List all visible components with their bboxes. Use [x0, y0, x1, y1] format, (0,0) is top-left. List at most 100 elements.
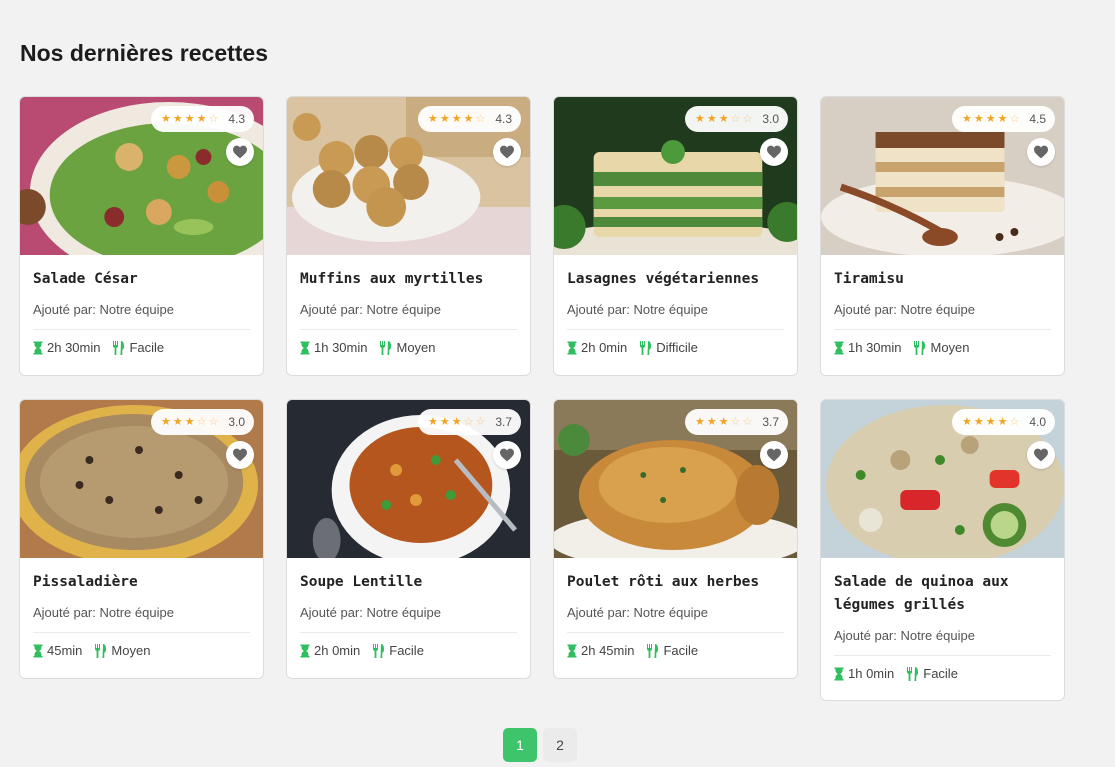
star-filled-icon: ★ — [985, 112, 996, 125]
rating-value: 4.3 — [228, 112, 245, 126]
rating-badge: ★ ★ ★ ★ ☆ 4.5 — [951, 106, 1055, 132]
star-empty-icon: ☆ — [463, 415, 474, 428]
favorite-heart-button[interactable] — [226, 138, 254, 166]
star-rating: ★ ★ ★ ★ ☆ — [161, 112, 219, 125]
star-rating: ★ ★ ★ ☆ ☆ — [160, 415, 218, 428]
duration-value: 1h 0min — [848, 666, 895, 681]
duration: 2h 0min — [567, 340, 627, 355]
recipe-title[interactable]: Muffins aux myrtilles — [300, 268, 517, 291]
author-name: Notre équipe — [900, 302, 975, 317]
star-filled-icon: ★ — [985, 415, 996, 428]
recipe-card[interactable]: ★ ★ ★ ☆ ☆ 3.7 Poulet rôti aux herbes Ajouté … — [553, 399, 798, 679]
star-rating: ★ ★ ★ ★ ☆ — [961, 415, 1019, 428]
star-filled-icon: ★ — [718, 112, 729, 125]
utensils-icon — [914, 340, 926, 355]
star-empty-icon: ☆ — [730, 415, 741, 428]
duration: 45min — [33, 643, 82, 658]
rating-badge: ★ ★ ★ ☆ ☆ 3.7 — [417, 409, 521, 435]
recipe-title[interactable]: Poulet rôti aux herbes — [567, 571, 784, 594]
recipe-author: Ajouté par: Notre équipe — [834, 302, 1051, 330]
utensils-icon — [113, 340, 125, 355]
recipe-card[interactable]: ★ ★ ★ ★ ☆ 4.3 Muffins aux myrtilles Ajouté p… — [286, 96, 531, 376]
favorite-heart-button[interactable] — [226, 441, 254, 469]
star-filled-icon: ★ — [160, 415, 171, 428]
recipe-title[interactable]: Tiramisu — [834, 268, 1051, 291]
recipe-card[interactable]: ★ ★ ★ ★ ☆ 4.3 Salade César Ajouté par: Notre… — [19, 96, 264, 376]
star-rating: ★ ★ ★ ★ ☆ — [962, 112, 1020, 125]
recipe-grid: ★ ★ ★ ★ ☆ 4.3 Salade César Ajouté par: Notre… — [19, 96, 1065, 701]
rating-badge: ★ ★ ★ ☆ ☆ 3.0 — [150, 409, 254, 435]
section-title: Nos dernières recettes — [20, 40, 269, 66]
star-rating: ★ ★ ★ ☆ ☆ — [695, 415, 753, 428]
difficulty-value: Facile — [663, 643, 699, 658]
author-prefix: Ajouté par: — [567, 605, 630, 620]
utensils-icon — [647, 643, 659, 658]
author-prefix: Ajouté par: — [33, 302, 96, 317]
heart-icon — [233, 448, 247, 462]
recipe-author: Ajouté par: Notre équipe — [300, 302, 517, 330]
heart-icon — [500, 145, 514, 159]
favorite-heart-button[interactable] — [1027, 138, 1055, 166]
recipe-meta: 1h 30min Moyen — [300, 340, 517, 355]
recipe-meta: 2h 0min Difficile — [567, 340, 784, 355]
star-empty-icon: ☆ — [1009, 112, 1020, 125]
star-filled-icon: ★ — [973, 415, 984, 428]
rating-badge: ★ ★ ★ ★ ☆ 4.0 — [951, 409, 1055, 435]
author-prefix: Ajouté par: — [33, 605, 96, 620]
duration-value: 2h 30min — [47, 340, 101, 355]
difficulty-value: Moyen — [396, 340, 436, 355]
difficulty: Facile — [372, 643, 424, 658]
recipe-title[interactable]: Pissaladière — [33, 571, 250, 594]
star-filled-icon: ★ — [427, 415, 438, 428]
duration: 2h 30min — [33, 340, 100, 355]
favorite-heart-button[interactable] — [1027, 441, 1055, 469]
favorite-heart-button[interactable] — [760, 138, 788, 166]
favorite-heart-button[interactable] — [493, 138, 521, 166]
recipe-card[interactable]: ★ ★ ★ ☆ ☆ 3.7 Soupe Lentille Ajouté par: Not… — [286, 399, 531, 679]
duration-value: 2h 0min — [581, 340, 628, 355]
star-empty-icon: ☆ — [208, 112, 219, 125]
difficulty-value: Facile — [129, 340, 165, 355]
duration-value: 1h 30min — [848, 340, 902, 355]
star-rating: ★ ★ ★ ★ ☆ — [428, 112, 486, 125]
difficulty: Facile — [906, 666, 958, 681]
recipe-meta: 1h 0min Facile — [834, 666, 1051, 681]
favorite-heart-button[interactable] — [493, 441, 521, 469]
heart-icon — [767, 145, 781, 159]
hourglass-icon — [300, 341, 310, 354]
star-filled-icon: ★ — [196, 112, 207, 125]
duration-value: 2h 0min — [314, 643, 361, 658]
recipe-author: Ajouté par: Notre équipe — [33, 605, 250, 633]
recipe-title[interactable]: Salade César — [33, 268, 250, 291]
recipe-meta: 2h 30min Facile — [33, 340, 250, 355]
recipe-title[interactable]: Soupe Lentille — [300, 571, 517, 594]
recipe-meta: 45min Moyen — [33, 643, 250, 658]
star-empty-icon: ☆ — [742, 415, 753, 428]
duration: 1h 0min — [834, 666, 894, 681]
recipe-card[interactable]: ★ ★ ★ ☆ ☆ 3.0 Lasagnes végétariennes Ajouté … — [553, 96, 798, 376]
star-filled-icon: ★ — [997, 415, 1008, 428]
recipe-card[interactable]: ★ ★ ★ ★ ☆ 4.5 Tiramisu Ajouté par: Notre équ… — [820, 96, 1065, 376]
rating-value: 4.0 — [1029, 415, 1046, 429]
heart-icon — [500, 448, 514, 462]
star-rating: ★ ★ ★ ☆ ☆ — [427, 415, 485, 428]
star-empty-icon: ☆ — [742, 112, 753, 125]
difficulty-value: Moyen — [111, 643, 151, 658]
page-2-button[interactable]: 2 — [543, 728, 577, 762]
recipe-card[interactable]: ★ ★ ★ ☆ ☆ 3.0 Pissaladière Ajouté par: Notre… — [19, 399, 264, 679]
recipe-author: Ajouté par: Notre équipe — [300, 605, 517, 633]
recipe-author: Ajouté par: Notre équipe — [567, 605, 784, 633]
difficulty: Facile — [112, 340, 164, 355]
difficulty-value: Moyen — [930, 340, 970, 355]
recipe-card[interactable]: ★ ★ ★ ★ ☆ 4.0 Salade de quinoa aux légumes g… — [820, 399, 1065, 701]
rating-value: 4.3 — [495, 112, 512, 126]
recipe-title[interactable]: Salade de quinoa aux légumes grillés — [834, 571, 1051, 617]
utensils-icon — [907, 666, 919, 681]
recipe-title[interactable]: Lasagnes végétariennes — [567, 268, 784, 291]
heart-icon — [1034, 448, 1048, 462]
star-filled-icon: ★ — [451, 415, 462, 428]
star-empty-icon: ☆ — [475, 112, 486, 125]
favorite-heart-button[interactable] — [760, 441, 788, 469]
star-filled-icon: ★ — [961, 415, 972, 428]
page-1-button[interactable]: 1 — [503, 728, 537, 762]
